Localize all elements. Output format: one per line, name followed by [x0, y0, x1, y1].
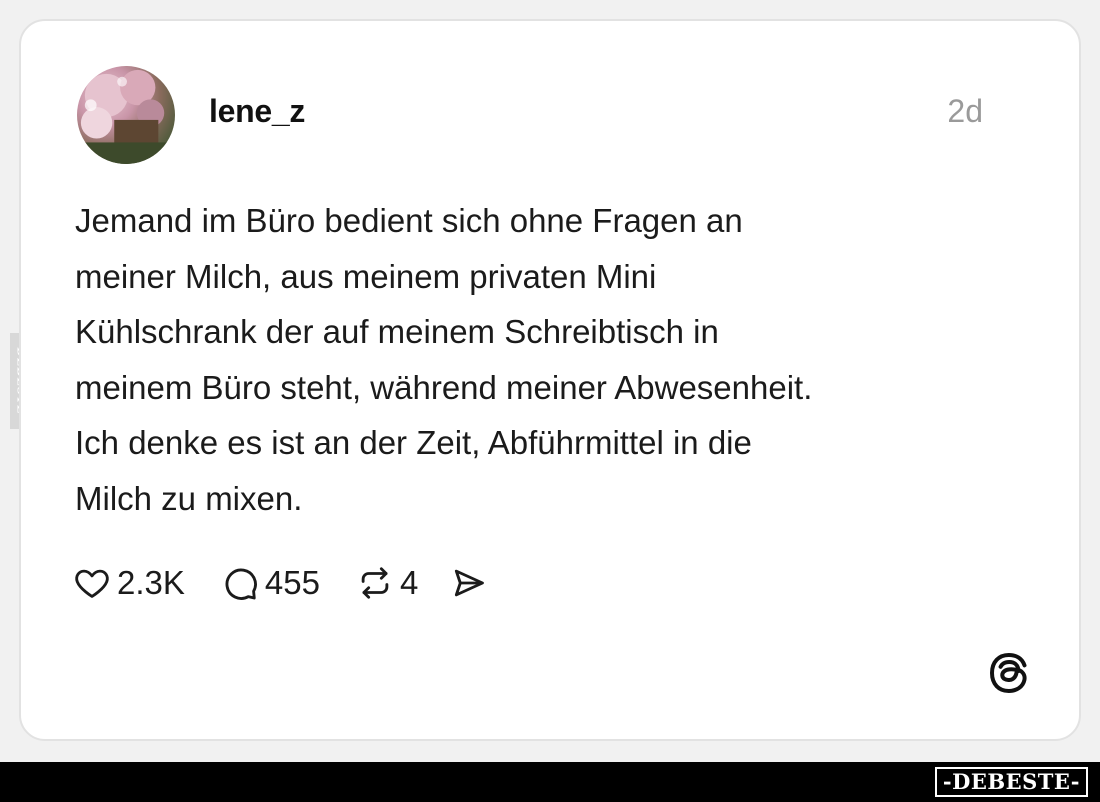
- post-card: lene_z 2d Jemand im Büro bedient sich oh…: [19, 19, 1081, 741]
- repost-button[interactable]: 4: [356, 564, 418, 602]
- action-bar: 2.3K 455 4: [73, 561, 524, 605]
- repost-icon: [361, 567, 389, 599]
- threads-logo-icon[interactable]: [985, 649, 1033, 697]
- comment-button[interactable]: 455: [221, 564, 320, 602]
- repost-count: 4: [399, 564, 419, 601]
- comment-count: 455: [264, 564, 320, 601]
- post-text: Jemand im Büro bedient sich ohne Fragen …: [75, 202, 813, 517]
- share-button[interactable]: [450, 564, 488, 602]
- like-button[interactable]: 2.3K: [73, 564, 185, 602]
- bottom-bar: -DEBESTE-: [0, 762, 1100, 802]
- avatar-image: [77, 69, 175, 164]
- avatar[interactable]: [77, 66, 175, 164]
- debeste-watermark: -DEBESTE-: [934, 767, 1088, 797]
- username[interactable]: lene_z: [209, 93, 305, 130]
- post-timestamp: 2d: [947, 93, 983, 129]
- like-count: 2.3K: [117, 564, 185, 601]
- heart-icon: [75, 569, 109, 598]
- send-icon: [455, 569, 485, 597]
- comment-icon: [225, 568, 257, 600]
